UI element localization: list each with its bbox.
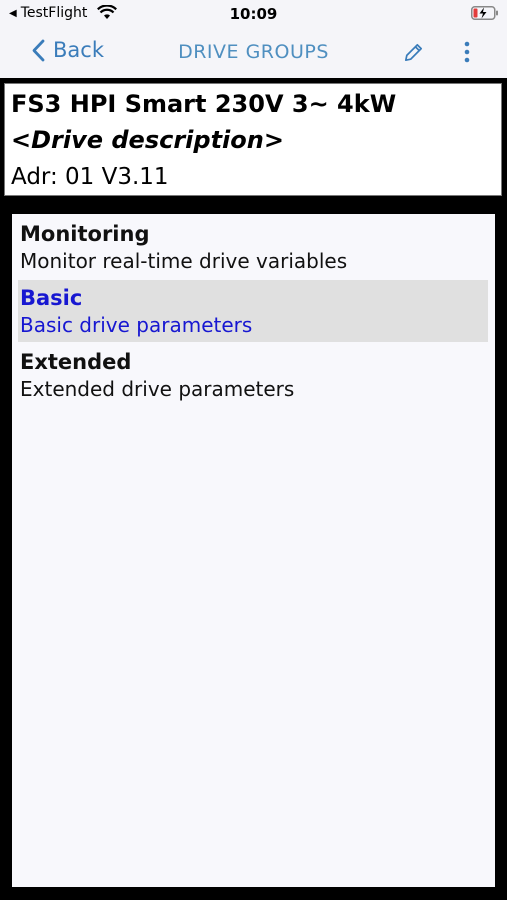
battery-charging-icon [471, 6, 498, 20]
chevron-left-icon [32, 39, 45, 61]
more-vertical-icon[interactable] [462, 40, 472, 64]
status-time: 10:09 [229, 5, 278, 23]
group-subtitle: Extended drive parameters [20, 377, 295, 401]
group-subtitle: Basic drive parameters [20, 313, 253, 337]
group-subtitle: Monitor real-time drive variables [20, 249, 348, 273]
group-title: Extended [20, 350, 132, 374]
navigation-bar: Back DRIVE GROUPS [0, 28, 507, 78]
group-item-extended[interactable]: Extended Extended drive parameters [18, 344, 488, 406]
drive-info-panel: FS3 HPI Smart 230V 3~ 4kW <Drive descrip… [4, 83, 502, 196]
drive-address: Adr: 01 V3.11 [11, 164, 169, 190]
status-bar: ◀ TestFlight 10:09 [0, 0, 507, 28]
group-title: Basic [20, 286, 83, 310]
drive-description: <Drive description> [11, 126, 284, 154]
pencil-icon[interactable] [402, 41, 425, 64]
group-item-monitoring[interactable]: Monitoring Monitor real-time drive varia… [18, 216, 488, 278]
drive-groups-list: Monitoring Monitor real-time drive varia… [12, 214, 495, 887]
group-item-basic[interactable]: Basic Basic drive parameters [18, 280, 488, 342]
back-button[interactable]: Back [32, 38, 104, 62]
back-label: Back [53, 38, 104, 62]
drive-name: FS3 HPI Smart 230V 3~ 4kW [11, 90, 397, 118]
group-title: Monitoring [20, 222, 150, 246]
